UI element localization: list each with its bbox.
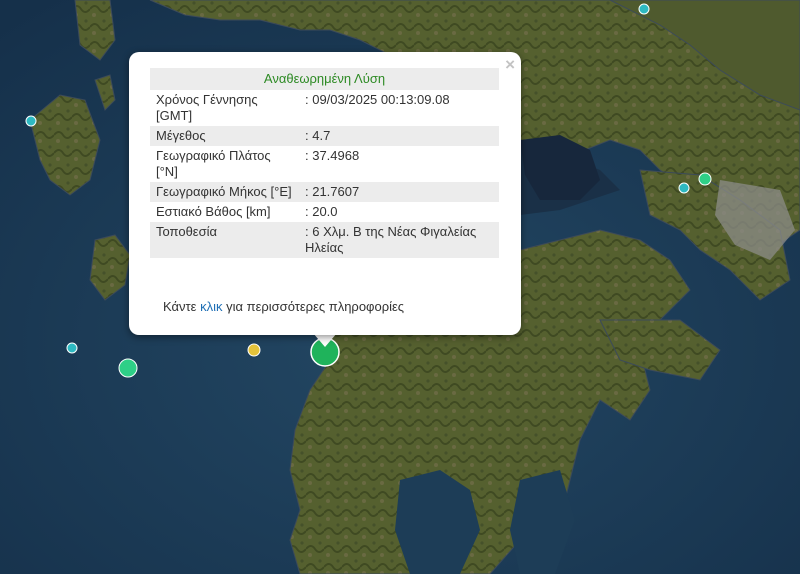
magnitude-value: : 4.7 [299,126,499,146]
info-table: Αναθεωρημένη Λύση Χρόνος Γέννησης [GMT] … [150,68,499,258]
close-icon[interactable]: × [505,56,515,74]
quake-marker[interactable] [678,182,690,194]
more-info-text: Κάντε κλικ για περισσότερες πληροφορίες [163,299,404,314]
latitude-label: Γεωγραφικό Πλάτος [°N] [156,148,271,179]
quake-marker[interactable] [118,358,138,378]
popup-tip [313,333,337,347]
origin-time-value: : 09/03/2025 00:13:09.08 [305,92,450,107]
quake-marker[interactable] [698,172,712,186]
quake-marker[interactable] [638,3,650,15]
latitude-value: : 37.4968 [305,148,360,163]
quake-marker[interactable] [25,115,37,127]
popup-title: Αναθεωρημένη Λύση [150,68,499,90]
location-value: : 6 Χλμ. Β της Νέας Φιγαλείας Ηλείας [299,222,499,258]
location-label: Τοποθεσία [150,222,299,258]
quake-marker[interactable] [247,343,261,357]
earthquake-info-popup: × Αναθεωρημένη Λύση Χρόνος Γέννησης [GMT… [129,52,521,335]
more-prefix: Κάντε [163,299,201,314]
more-info-link[interactable]: κλικ [200,299,222,314]
depth-value: : 20.0 [305,204,338,219]
origin-time-label: Χρόνος Γέννησης [GMT] [156,92,258,123]
longitude-value: : 21.7607 [299,182,499,202]
longitude-label: Γεωγραφικό Μήκος [°E] [150,182,299,202]
depth-label: Εστιακό Βάθος [km] [156,204,271,219]
more-suffix: για περισσότερες πληροφορίες [222,299,405,314]
magnitude-label: Μέγεθος [150,126,299,146]
quake-marker[interactable] [66,342,78,354]
